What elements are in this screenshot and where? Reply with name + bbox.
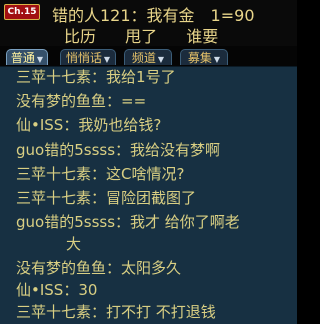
tab-channel[interactable]: 频道 ▼ bbox=[124, 49, 172, 65]
chevron-down-icon: ▼ bbox=[36, 55, 44, 64]
chat-message: 没有梦的鱼鱼：== bbox=[16, 92, 147, 110]
chat-text: 我才 给你了啊老 bbox=[130, 213, 240, 231]
chat-message: guo错的5ssss：我给没有梦啊 bbox=[16, 141, 221, 159]
chat-message: 三苹十七素：这C啥情况? bbox=[16, 165, 185, 183]
chat-speaker: 三苹十七素 bbox=[16, 303, 92, 321]
tab-label: 悄悄话 bbox=[65, 51, 102, 65]
chat-speaker: 三苹十七素 bbox=[16, 189, 92, 207]
tab-normal[interactable]: 普通 ▼ bbox=[6, 49, 48, 65]
chat-speaker: guo错的5ssss bbox=[16, 141, 116, 159]
system-message-line-2: 比历 甩了 谁要 bbox=[64, 23, 218, 47]
chevron-down-icon: ▼ bbox=[213, 55, 221, 64]
chat-message: 仙•ISS：我奶也给钱? bbox=[16, 116, 162, 134]
chat-message: 三苹十七素：我给1号了 bbox=[16, 68, 176, 86]
chat-speaker: 没有梦的鱼鱼 bbox=[16, 259, 107, 277]
chat-text: 太阳多久 bbox=[121, 259, 182, 277]
system-message-word: 谁要 bbox=[186, 27, 219, 46]
chat-text: 打不打 不打退钱 bbox=[106, 303, 216, 321]
tab-label: 普通 bbox=[10, 51, 35, 65]
system-message-word: 比历 bbox=[64, 27, 97, 46]
chat-text: 我给没有梦啊 bbox=[130, 141, 221, 159]
chat-speaker: 三苹十七素 bbox=[16, 68, 92, 86]
tab-label: 募集 bbox=[187, 51, 212, 65]
chat-log[interactable]: 三苹十七素：我给1号了 没有梦的鱼鱼：== 仙•ISS：我奶也给钱? guo错的… bbox=[0, 66, 297, 324]
chat-speaker: 没有梦的鱼鱼 bbox=[16, 92, 107, 110]
chat-text: 我奶也给钱? bbox=[78, 116, 162, 134]
chevron-down-icon: ▼ bbox=[157, 55, 165, 64]
chat-speaker: 仙•ISS bbox=[16, 116, 64, 134]
tab-recruit[interactable]: 募集 ▼ bbox=[180, 49, 228, 65]
chat-speaker: 仙•ISS bbox=[16, 281, 64, 299]
chat-message: 三苹十七素：打不打 不打退钱 bbox=[16, 303, 216, 321]
chat-speaker: guo错的5ssss bbox=[16, 213, 116, 231]
chat-message: 没有梦的鱼鱼：太阳多久 bbox=[16, 259, 182, 277]
tab-whisper[interactable]: 悄悄话 ▼ bbox=[60, 49, 116, 65]
chat-speaker: 三苹十七素 bbox=[16, 165, 92, 183]
channel-badge: Ch.15 bbox=[4, 4, 40, 20]
chat-message: 三苹十七素：冒险团截图了 bbox=[16, 189, 197, 207]
chat-message-continuation: 大 bbox=[66, 234, 81, 254]
system-message-panel: Ch.15 错的人121：我有金 1=90 比历 甩了 谁要 bbox=[0, 0, 297, 46]
chat-tab-bar: 普通 ▼ 悄悄话 ▼ 频道 ▼ 募集 ▼ bbox=[0, 46, 297, 66]
chat-text: 大 bbox=[66, 235, 82, 253]
chat-text: 我给1号了 bbox=[106, 68, 176, 86]
chevron-down-icon: ▼ bbox=[103, 55, 111, 64]
chat-text: == bbox=[121, 92, 147, 110]
chat-text: 这C啥情况? bbox=[106, 165, 185, 183]
chat-message: guo错的5ssss：我才 给你了啊老 bbox=[16, 213, 240, 231]
tab-label: 频道 bbox=[131, 51, 156, 65]
chat-message: 仙•ISS：30 bbox=[16, 281, 98, 299]
system-message-word: 甩了 bbox=[125, 27, 158, 46]
chat-text: 30 bbox=[78, 281, 98, 299]
chat-text: 冒险团截图了 bbox=[106, 189, 197, 207]
